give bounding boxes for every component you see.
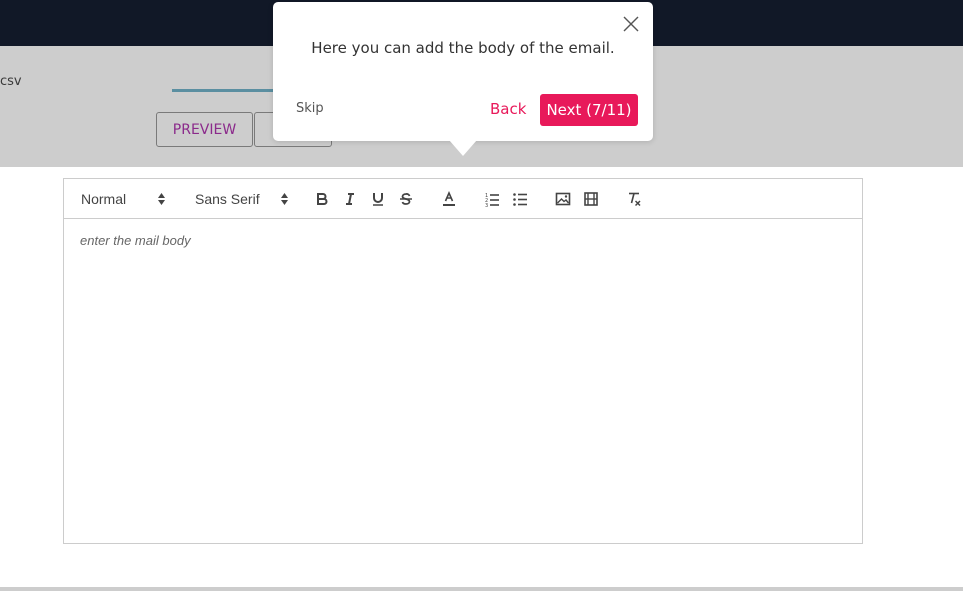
- clear-format-button[interactable]: [625, 190, 643, 208]
- bullet-list-icon: [513, 193, 527, 206]
- ordered-list-icon: 1 2 3: [485, 193, 499, 208]
- mail-body-placeholder[interactable]: enter the mail body: [80, 233, 191, 248]
- font-family-label: Sans Serif: [195, 191, 260, 207]
- ordered-list-button[interactable]: 1 2 3: [483, 190, 501, 208]
- tour-popover-pointer: [449, 140, 477, 156]
- header-size-picker[interactable]: Normal: [81, 190, 165, 208]
- underline-icon: [373, 193, 383, 206]
- next-step-button[interactable]: Next (7/11): [540, 94, 638, 126]
- bold-button[interactable]: [313, 190, 331, 208]
- bold-icon: [317, 193, 328, 205]
- italic-icon: [346, 193, 354, 205]
- close-icon[interactable]: [623, 16, 639, 32]
- underline-button[interactable]: [369, 190, 387, 208]
- skip-tour-button[interactable]: Skip: [296, 101, 324, 116]
- video-icon: [584, 192, 598, 206]
- bullet-list-button[interactable]: [511, 190, 529, 208]
- back-button[interactable]: Back: [490, 100, 526, 118]
- image-icon: [555, 192, 571, 206]
- strike-button[interactable]: [397, 190, 415, 208]
- bottom-divider: [0, 587, 963, 591]
- svg-text:3: 3: [485, 203, 488, 208]
- picker-arrows-icon: [281, 193, 288, 205]
- mail-body-editor: Normal Sans Serif 1 2 3 enter the mail b…: [63, 178, 863, 544]
- picker-arrows-icon: [158, 193, 165, 205]
- preview-button[interactable]: PREVIEW: [156, 112, 253, 147]
- csv-label: csv: [0, 74, 22, 89]
- color-icon: [443, 191, 455, 206]
- strike-icon: [400, 193, 412, 205]
- insert-image-button[interactable]: [554, 190, 572, 208]
- italic-button[interactable]: [341, 190, 359, 208]
- header-size-label: Normal: [81, 191, 127, 207]
- insert-video-button[interactable]: [582, 190, 600, 208]
- clean-format-icon: [629, 192, 641, 207]
- font-family-picker[interactable]: Sans Serif: [195, 190, 288, 208]
- text-color-button[interactable]: [440, 190, 458, 208]
- tour-popover: Here you can add the body of the email. …: [273, 2, 653, 141]
- editor-toolbar: Normal Sans Serif 1 2 3: [64, 179, 862, 219]
- tour-message: Here you can add the body of the email.: [311, 39, 615, 57]
